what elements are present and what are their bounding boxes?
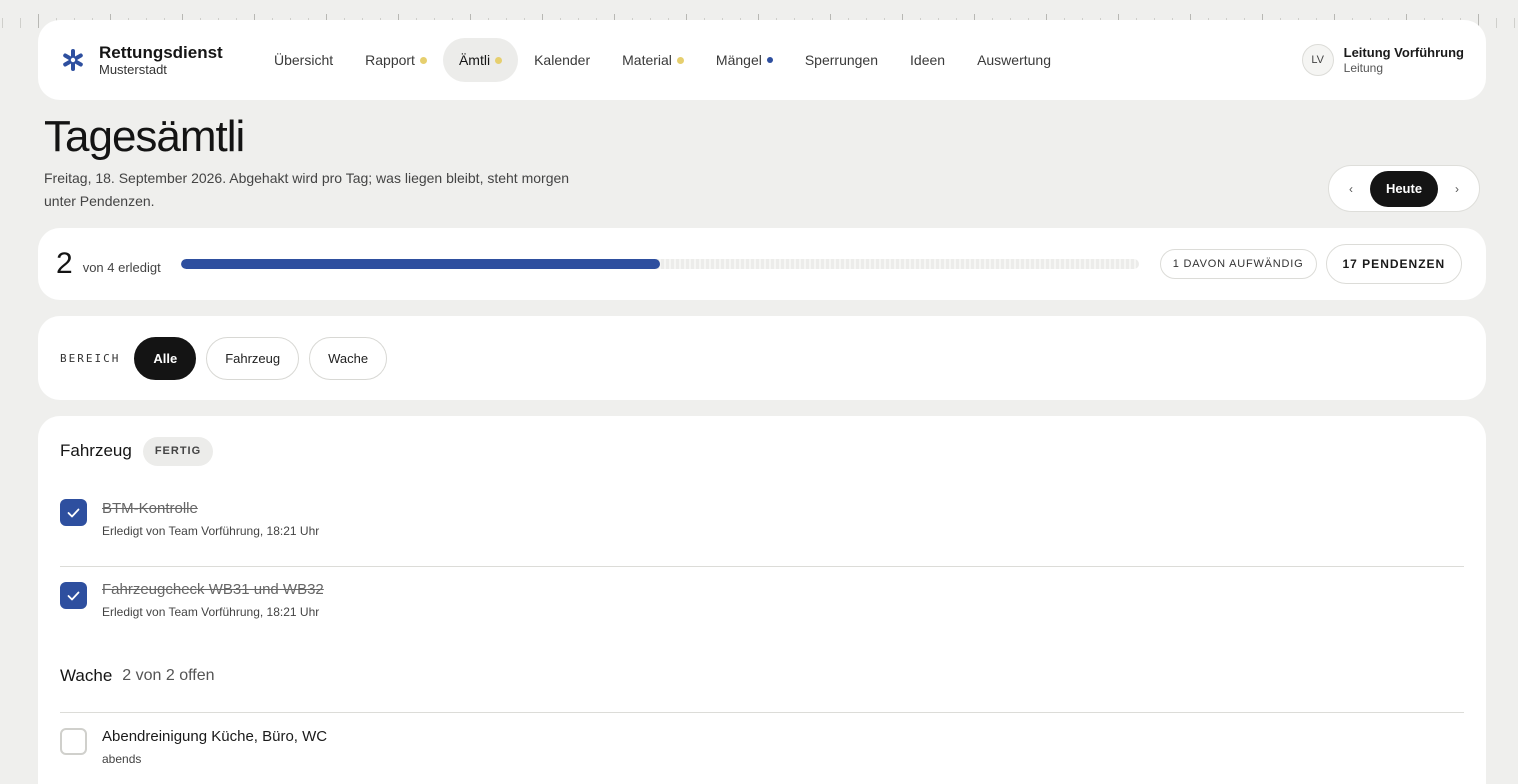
nav-label: Auswertung (977, 52, 1051, 68)
task-title: BTM-Kontrolle (102, 500, 198, 517)
section-title: Fahrzeug (60, 441, 132, 460)
brand-title: Rettungsdienst (99, 42, 223, 62)
main-nav: Übersicht Rapport Ämtli Kalender Materia… (258, 38, 1067, 82)
star-of-life-icon (60, 47, 86, 73)
task-meta: Erledigt von Team Vorführung, 18:21 Uhr (102, 524, 320, 538)
task-list-card: Fahrzeug FERTIG BTM-Kontrolle Erledigt v… (38, 416, 1486, 784)
filter-chip-wache[interactable]: Wache (309, 336, 388, 380)
chevron-right-icon[interactable]: › (1441, 182, 1473, 196)
nav-item-auswertung[interactable]: Auswertung (961, 38, 1067, 82)
nav-label: Sperrungen (804, 52, 879, 68)
chevron-left-icon[interactable]: ‹ (1335, 182, 1367, 196)
done-count: 2 (56, 247, 73, 280)
nav-item-kalender[interactable]: Kalender (518, 38, 606, 82)
status-dot (676, 56, 684, 64)
page-title: Tagesämtli (44, 112, 245, 161)
filter-chip-alle[interactable]: Alle (134, 336, 197, 380)
nav-label: Übersicht (274, 52, 334, 68)
progress-bar-fill (180, 259, 660, 269)
pending-button[interactable]: 17 PENDENZEN (1325, 244, 1463, 284)
status-badge: FERTIG (142, 436, 214, 466)
filter-label: BEREICH (60, 351, 121, 365)
progress-card: 2 von 4 erledigt 1 DAVON AUFWÄNDIG 17 PE… (38, 228, 1486, 300)
divider (60, 712, 1464, 713)
user-role: Leitung (1343, 61, 1384, 75)
done-label: von 4 erledigt (82, 259, 161, 275)
nav-item-ideen[interactable]: Ideen (894, 38, 961, 82)
filter-chip-fahrzeug[interactable]: Fahrzeug (206, 336, 300, 380)
task-title: Abendreinigung Küche, Büro, WC (102, 728, 328, 745)
today-button[interactable]: Heute (1369, 170, 1439, 207)
nav-label: Ämtli (458, 52, 491, 68)
nav-item-aemtli[interactable]: Ämtli (442, 38, 519, 82)
nav-label: Mängel (715, 52, 762, 68)
nav-label: Material (622, 52, 672, 68)
top-navigation-bar: Rettungsdienst Musterstadt Übersicht Rap… (38, 20, 1486, 100)
nav-label: Rapport (365, 52, 415, 68)
nav-item-maengel[interactable]: Mängel (700, 38, 789, 82)
list-item: BTM-Kontrolle Erledigt von Team Vorführu… (60, 499, 1464, 538)
task-checkbox[interactable] (60, 728, 87, 755)
status-dot (419, 56, 427, 64)
list-item: Abendreinigung Küche, Büro, WC abends (60, 728, 1464, 766)
status-dot (766, 57, 773, 63)
brand-subtitle: Musterstadt (99, 61, 167, 77)
nav-item-uebersicht[interactable]: Übersicht (258, 38, 349, 82)
nav-item-rapport[interactable]: Rapport (349, 38, 443, 82)
section-count: 2 von 2 offen (122, 667, 215, 684)
nav-item-material[interactable]: Material (606, 38, 700, 82)
page-description: Freitag, 18. September 2026. Abgehakt wi… (44, 170, 570, 209)
user-name: Leitung Vorführung (1343, 45, 1464, 60)
effort-pill[interactable]: 1 DAVON AUFWÄNDIG (1159, 249, 1317, 279)
nav-label: Ideen (910, 52, 946, 68)
task-checkbox[interactable] (60, 582, 87, 609)
filter-card: BEREICH Alle Fahrzeug Wache (38, 316, 1486, 400)
progress-bar (180, 259, 1139, 269)
status-dot (495, 56, 503, 64)
task-meta: Erledigt von Team Vorführung, 18:21 Uhr (102, 605, 320, 619)
task-checkbox[interactable] (60, 499, 87, 526)
check-icon (67, 591, 80, 600)
nav-item-sperrungen[interactable]: Sperrungen (789, 38, 894, 82)
task-title: Fahrzeugcheck WB31 und WB32 (102, 581, 324, 598)
nav-label: Kalender (534, 52, 591, 68)
check-icon (67, 508, 80, 517)
section-header-station: Wache 2 von 2 offen (60, 661, 1464, 691)
section-title: Wache (60, 666, 113, 685)
list-item: Fahrzeugcheck WB31 und WB32 Erledigt von… (60, 581, 1464, 619)
divider (60, 566, 1464, 567)
user-menu[interactable]: LV Leitung Vorführung Leitung (1301, 44, 1464, 76)
day-navigator: ‹ Heute › (1328, 165, 1480, 212)
task-meta: abends (102, 752, 142, 766)
brand[interactable]: Rettungsdienst Musterstadt (60, 43, 258, 78)
avatar: LV (1301, 44, 1334, 76)
section-header-vehicle: Fahrzeug FERTIG (60, 436, 1464, 466)
